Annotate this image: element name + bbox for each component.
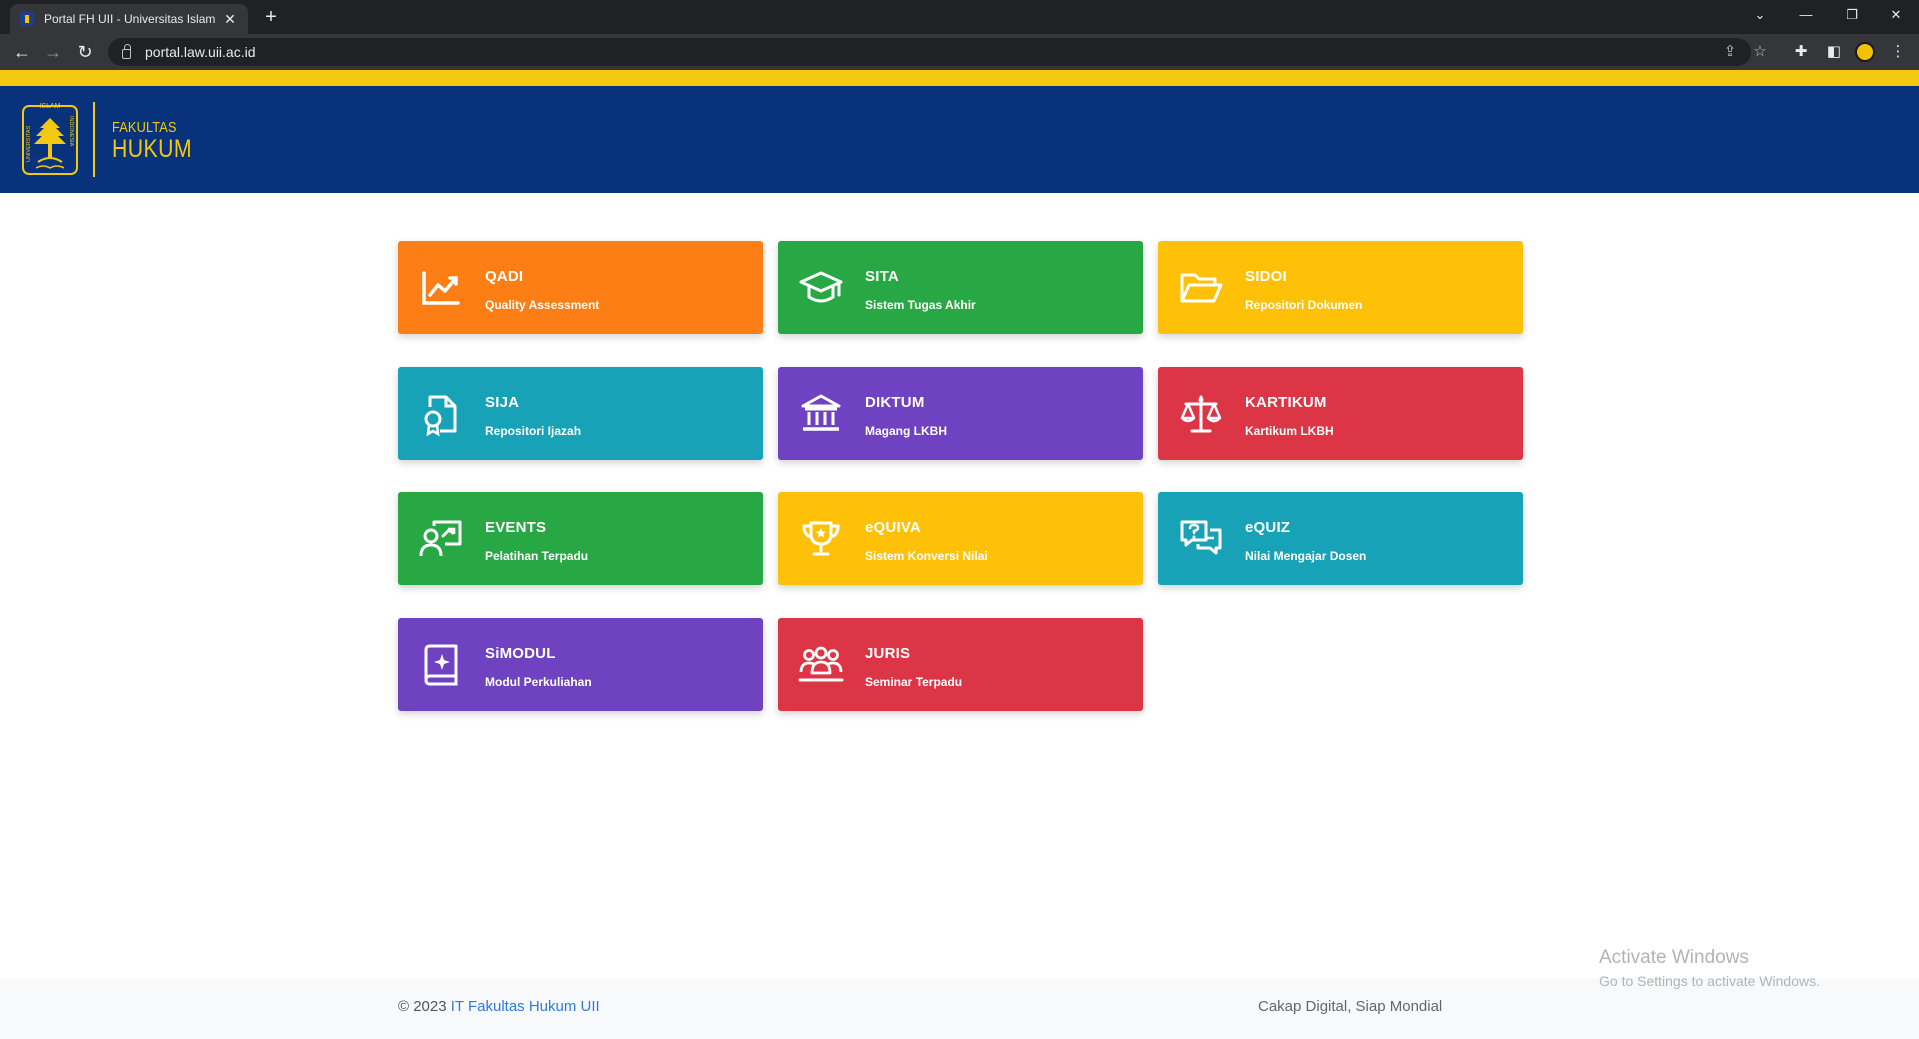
- app-card-diktum[interactable]: DIKTUM Magang LKBH: [778, 367, 1143, 460]
- header-accent-bar: [0, 70, 1919, 86]
- app-name: KARTIKUM: [1245, 394, 1327, 411]
- footer-slogan: Cakap Digital, Siap Mondial: [1258, 998, 1443, 1015]
- seal-top-text: ISLAM: [39, 103, 60, 110]
- app-card-simodul[interactable]: SiMODUL Modul Perkuliahan: [398, 618, 763, 711]
- folder-open-icon: [1178, 265, 1224, 311]
- tab-search-icon[interactable]: ⌄: [1737, 0, 1783, 34]
- profile-avatar[interactable]: [1855, 42, 1875, 62]
- menu-kebab-icon[interactable]: ⋮: [1886, 40, 1910, 64]
- graduation-cap-icon: [798, 265, 844, 311]
- app-card-kartikum[interactable]: KARTIKUM Kartikum LKBH: [1158, 367, 1523, 460]
- app-description: Sistem Konversi Nilai: [865, 549, 988, 563]
- activation-watermark-subtitle: Go to Settings to activate Windows.: [1599, 973, 1820, 989]
- app-description: Pelatihan Terpadu: [485, 549, 589, 563]
- side-panel-icon[interactable]: ◧: [1822, 40, 1846, 64]
- app-description: Seminar Terpadu: [865, 675, 963, 689]
- app-card-sita[interactable]: SITA Sistem Tugas Akhir: [778, 241, 1143, 334]
- faculty-label: FAKULTAS: [112, 119, 177, 136]
- app-card-sija[interactable]: SIJA Repositori Ijazah: [398, 367, 763, 460]
- trophy-icon: [798, 516, 844, 562]
- favicon-icon: [20, 12, 34, 26]
- lock-icon: [122, 44, 131, 59]
- app-name: SIJA: [485, 394, 520, 411]
- presentation-icon: [418, 516, 464, 562]
- browser-tab[interactable]: Portal FH UII - Universitas Islam I ✕: [10, 4, 248, 34]
- minimize-icon[interactable]: —: [1783, 0, 1829, 34]
- scale-balance-icon: [1178, 391, 1224, 437]
- chat-question-icon: [1178, 516, 1224, 562]
- close-window-icon[interactable]: ✕: [1873, 0, 1919, 34]
- logo-divider: [93, 102, 95, 177]
- app-name: DIKTUM: [865, 394, 925, 411]
- app-description: Sistem Tugas Akhir: [865, 298, 976, 312]
- url-text: portal.law.uii.ac.id: [145, 44, 256, 60]
- app-name: JURIS: [865, 645, 911, 662]
- extensions-icon[interactable]: ✚: [1789, 40, 1813, 64]
- app-description: Modul Perkuliahan: [485, 675, 592, 689]
- seal-right-text: INDONESIA: [68, 116, 74, 147]
- app-description: Repositori Ijazah: [485, 424, 582, 438]
- app-name: SIDOI: [1245, 268, 1287, 285]
- app-description: Kartikum LKBH: [1245, 424, 1334, 438]
- browser-toolbar: ← → ↻ portal.law.uii.ac.id ⇪ ☆ ✚ ◧ ⋮: [0, 34, 1919, 70]
- restore-icon[interactable]: ❐: [1829, 0, 1875, 34]
- app-name: SITA: [865, 268, 899, 285]
- close-tab-icon[interactable]: ✕: [222, 11, 238, 28]
- uii-seal-logo[interactable]: ISLAM UNIVERSITAS INDONESIA: [21, 100, 79, 180]
- app-description: Nilai Mengajar Dosen: [1245, 549, 1367, 563]
- reload-icon[interactable]: ↻: [73, 40, 97, 64]
- book-sparkle-icon: [418, 642, 464, 688]
- app-description: Magang LKBH: [865, 424, 947, 438]
- app-card-sidoi[interactable]: SIDOI Repositori Dokumen: [1158, 241, 1523, 334]
- app-card-juris[interactable]: JURIS Seminar Terpadu: [778, 618, 1143, 711]
- footer-link[interactable]: IT Fakultas Hukum UII: [451, 998, 600, 1015]
- app-card-equiz[interactable]: eQUIZ Nilai Mengajar Dosen: [1158, 492, 1523, 585]
- app-card-events[interactable]: EVENTS Pelatihan Terpadu: [398, 492, 763, 585]
- institution-icon: [798, 391, 844, 437]
- copyright-prefix: © 2023: [398, 998, 451, 1015]
- app-card-equiva[interactable]: eQUIVA Sistem Konversi Nilai: [778, 492, 1143, 585]
- app-card-qadi[interactable]: QADI Quality Assessment: [398, 241, 763, 334]
- new-tab-button[interactable]: +: [258, 4, 284, 30]
- chart-line-icon: [418, 265, 464, 311]
- faculty-name: HUKUM: [112, 135, 193, 163]
- copyright: © 2023 IT Fakultas Hukum UII: [398, 998, 600, 1015]
- bookmark-star-icon[interactable]: ☆: [1748, 38, 1772, 66]
- app-name: QADI: [485, 268, 524, 285]
- app-name: eQUIZ: [1245, 519, 1291, 536]
- app-name: EVENTS: [485, 519, 547, 536]
- forward-icon[interactable]: →: [41, 40, 65, 64]
- site-header: [0, 86, 1919, 193]
- certificate-file-icon: [418, 391, 464, 437]
- share-icon[interactable]: ⇪: [1718, 38, 1742, 66]
- app-description: Quality Assessment: [485, 298, 600, 312]
- seal-left-text: UNIVERSITAS: [26, 125, 32, 162]
- address-bar[interactable]: portal.law.uii.ac.id ⇪ ☆: [108, 38, 1767, 66]
- back-icon[interactable]: ←: [10, 40, 34, 64]
- tab-title: Portal FH UII - Universitas Islam I: [44, 12, 216, 26]
- people-group-icon: [798, 642, 844, 688]
- browser-tab-bar: Portal FH UII - Universitas Islam I ✕ + …: [0, 0, 1919, 34]
- app-description: Repositori Dokumen: [1245, 298, 1363, 312]
- app-name: SiMODUL: [485, 645, 556, 662]
- app-name: eQUIVA: [865, 519, 921, 536]
- activation-watermark-title: Activate Windows: [1599, 947, 1749, 968]
